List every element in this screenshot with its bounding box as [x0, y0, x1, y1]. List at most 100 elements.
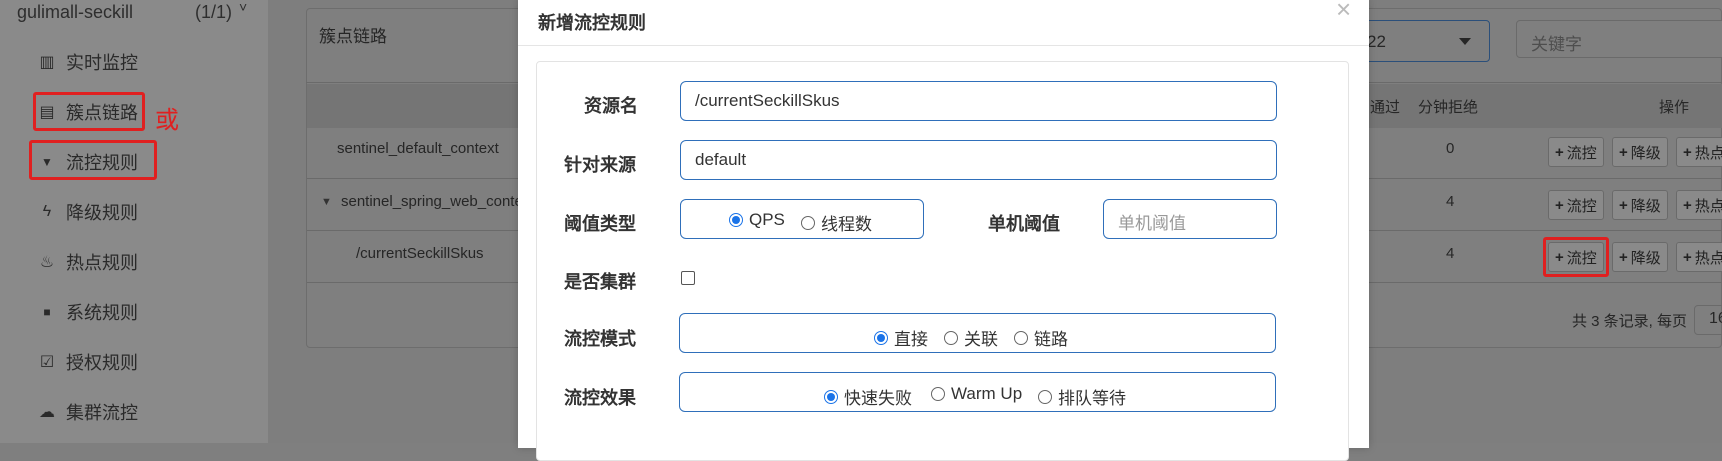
flash-icon: ϟ [42, 203, 52, 220]
highlight-box [1543, 237, 1609, 277]
app-selector[interactable]: gulimall-seckill (1/1) ˅ [17, 0, 262, 28]
check-badge-icon: ☑ [39, 354, 55, 371]
plus-icon: + [1619, 248, 1628, 266]
radio-selected-icon [824, 389, 838, 404]
origin-label: 针对来源 [564, 155, 636, 175]
cluster-label: 是否集群 [564, 272, 636, 292]
radio-unselected-icon [1038, 389, 1052, 404]
plus-icon: + [1619, 196, 1628, 214]
radio-selected-icon [874, 330, 888, 345]
sidebar-item-label: 实时监控 [66, 53, 138, 73]
sidebar-item-auth-rules[interactable]: ☑ 授权规则 [32, 344, 152, 380]
radio-label: 排队等待 [1058, 389, 1126, 408]
radio-direct[interactable]: 直接 [874, 325, 928, 350]
radio-queue-wait[interactable]: 排队等待 [1038, 384, 1126, 409]
table-row-rejected: 4 [1446, 245, 1455, 262]
flow-mode-label: 流控模式 [564, 329, 636, 349]
degrade-button-label: 降级 [1630, 249, 1661, 267]
threshold-type-label: 阈值类型 [564, 214, 636, 234]
resource-value: /currentSeckillSkus [695, 91, 840, 110]
flow-button-label: 流控 [1566, 197, 1597, 215]
hotspot-button-label: 热点 [1694, 249, 1722, 267]
hotspot-button[interactable]: + 热点 [1676, 190, 1722, 220]
sidebar-item-realtime-monitor[interactable]: ▥ 实时监控 [32, 44, 152, 80]
cloud-icon: ☁ [39, 404, 55, 421]
plus-icon: + [1683, 196, 1692, 214]
tree-expand-icon[interactable]: ▼ [321, 196, 332, 208]
annotation-text: 或 [155, 107, 179, 134]
highlight-box [33, 92, 145, 131]
search-input[interactable]: 关键字 [1516, 20, 1722, 58]
chevron-down-icon [1459, 38, 1471, 45]
radio-thread-count[interactable]: 线程数 [801, 210, 872, 235]
search-placeholder: 关键字 [1531, 35, 1582, 54]
pager-summary: 共 3 条记录, 每页 [1572, 313, 1688, 330]
flow-button[interactable]: + 流控 [1548, 190, 1604, 220]
table-row-resource: sentinel_spring_web_conte [341, 193, 523, 210]
col-header-ops: 操作 [1659, 99, 1690, 116]
sidebar-item-label: 降级规则 [66, 203, 138, 223]
radio-related[interactable]: 关联 [944, 325, 998, 350]
radio-unselected-icon [931, 387, 945, 401]
radio-qps[interactable]: QPS [729, 210, 785, 230]
dialog-title: 新增流控规则 [538, 13, 646, 33]
fire-icon: ♨ [39, 254, 55, 271]
radio-unselected-icon [944, 330, 958, 345]
table-row-rejected: 0 [1446, 140, 1455, 157]
divider [518, 45, 1369, 46]
radio-unselected-icon [801, 215, 815, 230]
app-count: (1/1) [195, 2, 233, 22]
degrade-button-label: 降级 [1630, 197, 1661, 215]
sidebar-item-label: 授权规则 [66, 353, 138, 373]
resource-input[interactable]: /currentSeckillSkus [680, 81, 1277, 121]
hotspot-button-label: 热点 [1694, 197, 1722, 215]
radio-selected-icon [729, 213, 743, 227]
highlight-box [29, 140, 157, 180]
hotspot-button[interactable]: + 热点 [1676, 137, 1722, 167]
chevron-down-icon[interactable]: ˅ [239, 0, 247, 15]
plus-icon: + [1683, 143, 1692, 161]
sidebar-item-hotspot-rules[interactable]: ♨ 热点规则 [32, 244, 152, 280]
radio-label: 链路 [1034, 330, 1068, 349]
radio-label: 线程数 [821, 215, 872, 234]
radio-chain[interactable]: 链路 [1014, 325, 1068, 350]
single-threshold-placeholder: 单机阈值 [1118, 214, 1186, 233]
hotspot-button[interactable]: + 热点 [1676, 242, 1722, 272]
radio-label: 快速失败 [844, 389, 912, 408]
plus-icon: + [1619, 143, 1628, 161]
col-header-rejected: 分钟拒绝 [1418, 99, 1479, 116]
radio-label: 关联 [964, 330, 998, 349]
degrade-button[interactable]: + 降级 [1612, 137, 1668, 167]
radio-label: Warm Up [951, 384, 1023, 403]
panel-title: 簇点链路 [319, 27, 387, 46]
degrade-button[interactable]: + 降级 [1612, 190, 1668, 220]
table-row-rejected: 4 [1446, 193, 1455, 210]
resource-label: 资源名 [584, 96, 638, 116]
sidebar-item-label: 集群流控 [66, 403, 138, 423]
sidebar-item-degrade-rules[interactable]: ϟ 降级规则 [32, 194, 152, 230]
radio-label: QPS [749, 210, 785, 229]
cluster-checkbox[interactable] [681, 271, 695, 285]
origin-input[interactable]: default [680, 140, 1277, 180]
table-row-resource: sentinel_default_context [337, 140, 499, 157]
close-icon[interactable]: × [1336, 0, 1351, 25]
degrade-button[interactable]: + 降级 [1612, 242, 1668, 272]
radio-warm-up[interactable]: Warm Up [931, 384, 1022, 404]
single-threshold-label: 单机阈值 [988, 214, 1060, 234]
radio-fast-fail[interactable]: 快速失败 [824, 384, 912, 409]
sidebar-item-cluster-flow[interactable]: ☁ 集群流控 [32, 394, 152, 430]
flow-button[interactable]: + 流控 [1548, 137, 1604, 167]
single-threshold-input[interactable]: 单机阈值 [1103, 199, 1277, 239]
flow-effect-label: 流控效果 [564, 388, 636, 408]
machine-select-value: 22 [1367, 32, 1386, 51]
hotspot-button-label: 热点 [1694, 144, 1722, 162]
col-header-passed: 通过 [1370, 99, 1401, 116]
plus-icon: + [1555, 143, 1564, 161]
page-size-select[interactable]: 16 [1694, 305, 1722, 335]
lock-icon: ■ [43, 305, 51, 319]
plus-icon: + [1555, 196, 1564, 214]
sidebar-item-label: 系统规则 [66, 303, 138, 323]
sidebar-item-system-rules[interactable]: ■ 系统规则 [32, 294, 152, 330]
bar-chart-icon: ▥ [39, 54, 55, 71]
page-size-value: 16 [1709, 310, 1722, 327]
